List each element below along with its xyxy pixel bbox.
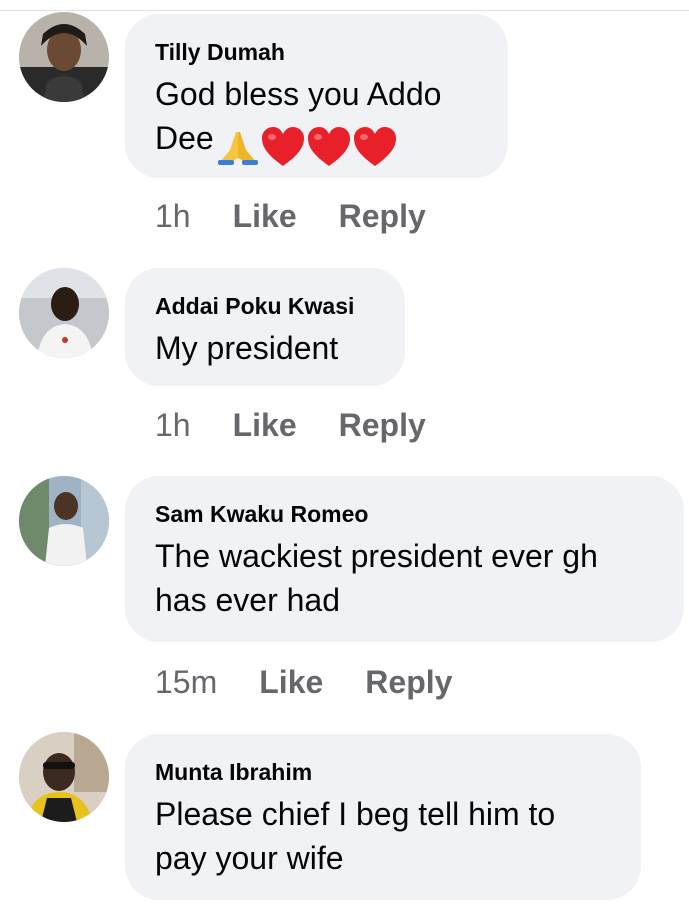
avatar[interactable] [19, 268, 109, 358]
comment-timestamp[interactable]: 1h [155, 407, 191, 443]
folded-hands-icon [217, 131, 258, 165]
comment-actions: 1h Like Reply [155, 196, 468, 236]
comment-text-line: Dee [155, 116, 478, 168]
red-heart-icon [307, 126, 350, 166]
comment-timestamp[interactable]: 15m [155, 664, 217, 700]
comment-author[interactable]: Addai Poku Kwasi [155, 292, 375, 320]
comment-bubble: Sam Kwaku Romeo The wackiest president e… [125, 476, 684, 642]
reply-button[interactable]: Reply [339, 198, 426, 234]
like-button[interactable]: Like [259, 664, 323, 700]
comment-author[interactable]: Munta Ibrahim [155, 758, 611, 786]
like-button[interactable]: Like [233, 407, 297, 443]
comment-text: Dee [155, 120, 214, 156]
red-heart-icon [261, 126, 304, 166]
comment-text: God bless you Addo [155, 76, 442, 112]
comment-author[interactable]: Tilly Dumah [155, 38, 478, 66]
comment-text: The wackiest president ever gh [155, 538, 598, 574]
comment-bubble: Tilly Dumah God bless you Addo Dee [125, 14, 508, 178]
comment-actions: 15m Like Reply [155, 662, 494, 702]
comment-bubble: Munta Ibrahim Please chief I beg tell hi… [125, 734, 641, 900]
red-heart-icon [353, 126, 396, 166]
top-divider [0, 10, 689, 11]
reply-button[interactable]: Reply [339, 407, 426, 443]
comment-text: has ever had [155, 582, 341, 618]
comment-text: pay your wife [155, 840, 344, 876]
comment-text: Please chief I beg tell him to [155, 796, 556, 832]
emoji-row [216, 122, 398, 168]
avatar[interactable] [19, 12, 109, 102]
avatar[interactable] [19, 476, 109, 566]
comment-author[interactable]: Sam Kwaku Romeo [155, 500, 654, 528]
comment-timestamp[interactable]: 1h [155, 198, 191, 234]
reply-button[interactable]: Reply [365, 664, 452, 700]
avatar[interactable] [19, 732, 109, 822]
like-button[interactable]: Like [233, 198, 297, 234]
comment-bubble: Addai Poku Kwasi My president [125, 268, 405, 386]
comment-text: My president [155, 330, 339, 366]
comment-actions: 1h Like Reply [155, 405, 468, 445]
